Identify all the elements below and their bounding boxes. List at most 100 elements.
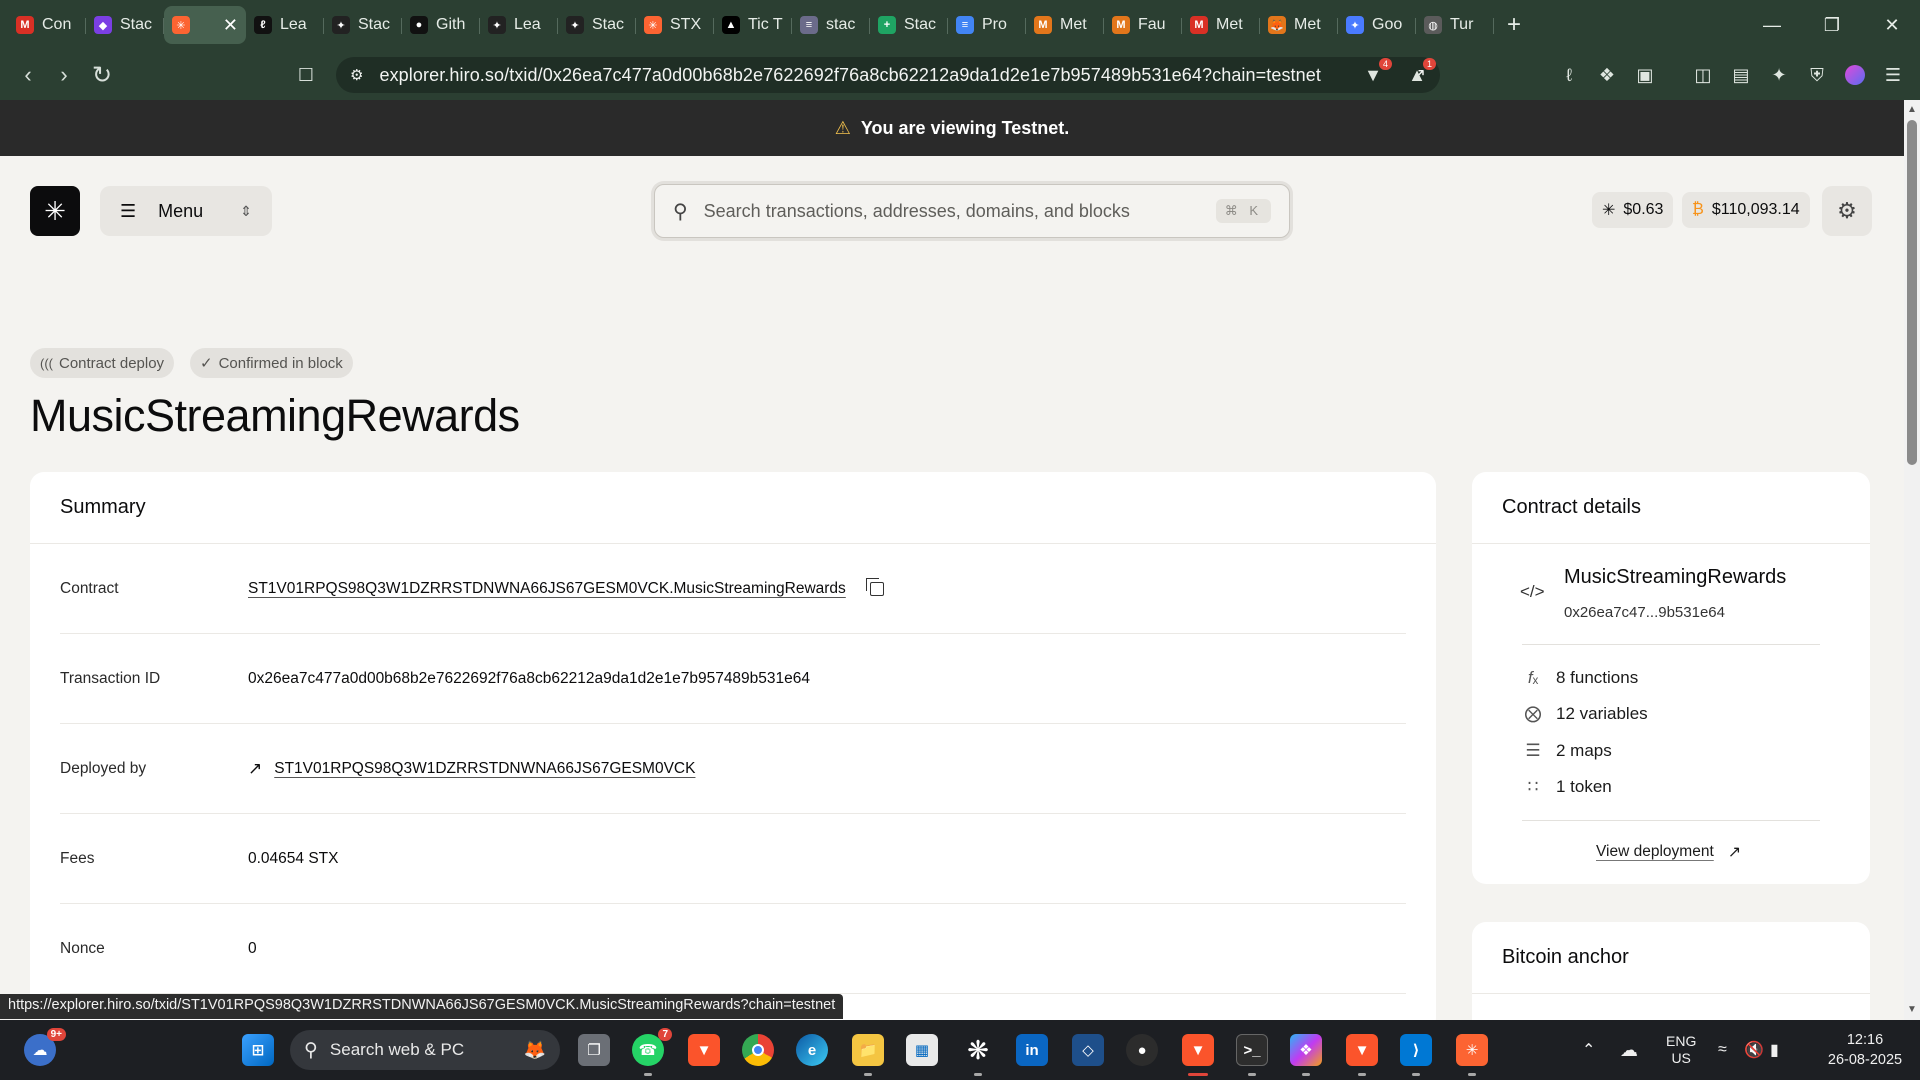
browser-tab[interactable]: ✦ Lea: [480, 6, 558, 44]
browser-menu-icon[interactable]: ☰: [1880, 62, 1906, 88]
wallet-icon[interactable]: ▤: [1728, 62, 1754, 88]
copy-icon[interactable]: [865, 577, 884, 596]
browser-tab[interactable]: ≡ stac: [792, 6, 870, 44]
leo-ai-icon[interactable]: ✦: [1766, 62, 1792, 88]
stacks-logo[interactable]: ✳: [30, 186, 80, 236]
language-indicator[interactable]: ENG US: [1666, 1020, 1696, 1080]
globe-icon: ◍: [1424, 16, 1442, 34]
testnet-banner: ⚠ You are viewing Testnet.: [0, 100, 1904, 156]
alien-app-icon[interactable]: ●: [1126, 1034, 1158, 1066]
btc-price-badge[interactable]: ₿ $110,093.14: [1682, 192, 1810, 228]
profile-avatar[interactable]: [1842, 62, 1868, 88]
new-tab-button[interactable]: +: [1494, 6, 1534, 44]
start-windows-icon[interactable]: ⊞: [242, 1034, 274, 1066]
address-bar[interactable]: ⚙ explorer.hiro.so/txid/0x26ea7c477a0d00…: [336, 57, 1440, 93]
vscode-icon[interactable]: ⟩: [1400, 1034, 1432, 1066]
whatsapp-icon[interactable]: ☎ 7: [632, 1028, 672, 1066]
browser-tab[interactable]: ✦ Stac: [558, 6, 636, 44]
close-window-button[interactable]: ✕: [1862, 0, 1920, 50]
edge-icon[interactable]: e: [796, 1034, 828, 1066]
scrollbar-thumb[interactable]: [1907, 120, 1917, 465]
screenshot-icon[interactable]: ▣: [1632, 62, 1658, 88]
terminal-icon[interactable]: >_: [1236, 1034, 1268, 1066]
warning-icon: ⚠: [834, 117, 851, 138]
bookmark-icon[interactable]: ☐: [288, 57, 324, 93]
deployer-address-link[interactable]: ST1V01RPQS98Q3W1DZRRSTDNWNA66JS67GESM0VC…: [274, 760, 695, 778]
language-label: ENG: [1666, 1033, 1697, 1049]
extensions-icon[interactable]: ❖: [1594, 62, 1620, 88]
transaction-id-value: 0x26ea7c477a0d00b68b2e7622692f76a8cb6221…: [248, 669, 811, 687]
site-info-icon[interactable]: ⚙: [350, 66, 363, 84]
chrome-icon[interactable]: [742, 1034, 774, 1066]
file-explorer-icon[interactable]: 📁: [852, 1034, 884, 1066]
list-check-icon: ☰: [1525, 741, 1541, 760]
browser-tab[interactable]: M Met: [1182, 6, 1260, 44]
back-button[interactable]: ‹: [10, 57, 46, 93]
browser-tab[interactable]: 🦊 Met: [1260, 6, 1338, 44]
brave-active-icon[interactable]: ▼: [1182, 1034, 1214, 1066]
browser-tab[interactable]: M Met: [1026, 6, 1104, 44]
browser-tab[interactable]: ◆ Stac: [86, 6, 164, 44]
browser-tab[interactable]: ≡ Pro: [948, 6, 1026, 44]
contract-link[interactable]: ST1V01RPQS98Q3W1DZRRSTDNWNA66JS67GESM0VC…: [248, 580, 846, 598]
pycharm-icon[interactable]: ◇: [1072, 1034, 1104, 1066]
chatgpt-icon[interactable]: ❋: [962, 1034, 994, 1066]
search-input[interactable]: ⚲ Search transactions, addresses, domain…: [654, 184, 1290, 238]
onedrive-icon[interactable]: ☁: [1620, 1020, 1638, 1080]
view-deployment-link[interactable]: View deployment ↗: [1596, 842, 1741, 862]
battery-icon[interactable]: ▮: [1770, 1020, 1779, 1080]
stx-price: $0.63: [1623, 201, 1664, 218]
volume-muted-icon[interactable]: 🔇: [1744, 1020, 1764, 1080]
show-hidden-icons-icon[interactable]: ⌃: [1582, 1020, 1595, 1080]
running-indicator: [1302, 1073, 1310, 1076]
browser-tab[interactable]: ✳ STX: [636, 6, 714, 44]
token-icon: ∷: [1527, 777, 1539, 796]
browser-tab[interactable]: M Fau: [1104, 6, 1182, 44]
browser-tab[interactable]: ● Gith: [402, 6, 480, 44]
browser-tab[interactable]: ✳ ✕: [164, 6, 246, 44]
settings-gear-icon[interactable]: ⚙: [1822, 186, 1872, 236]
browser-tab-label: Met: [1216, 16, 1243, 33]
task-view-icon[interactable]: ❐: [578, 1034, 610, 1066]
contract-name[interactable]: MusicStreamingRewards: [1564, 566, 1786, 589]
stacks-app-icon[interactable]: ✳: [1456, 1034, 1488, 1066]
browser-tab[interactable]: ℓ Lea: [246, 6, 324, 44]
brave-beta-icon[interactable]: ▼: [1346, 1034, 1378, 1066]
chevron-updown-icon: ⇕: [240, 202, 252, 219]
taskbar-search[interactable]: ⚲ Search web & PC 🦊: [290, 1030, 560, 1070]
linkedin-icon[interactable]: in: [1016, 1034, 1048, 1066]
reload-button[interactable]: ↻: [84, 57, 120, 93]
sidebar-icon[interactable]: ◫: [1690, 62, 1716, 88]
browser-tab[interactable]: ✦ Stac: [324, 6, 402, 44]
clock[interactable]: 12:16 26-08-2025: [1820, 1030, 1910, 1070]
store-icon[interactable]: ▦: [906, 1034, 938, 1066]
browser-tab[interactable]: ▲ Tic T: [714, 6, 792, 44]
leather-extension-icon[interactable]: ℓ: [1556, 62, 1582, 88]
restore-button[interactable]: ❐: [1802, 0, 1862, 50]
vpn-icon[interactable]: ⛨: [1804, 62, 1830, 88]
stx-price-badge[interactable]: ✳ $0.63: [1592, 192, 1674, 228]
minimize-button[interactable]: —: [1742, 0, 1802, 50]
browser-tab-label: Goo: [1372, 16, 1403, 33]
wifi-icon[interactable]: ≈: [1718, 1020, 1727, 1080]
menu-button[interactable]: ☰ Menu ⇕: [100, 186, 272, 236]
browser-tab[interactable]: ◍ Tur: [1416, 6, 1494, 44]
browser-tab[interactable]: + Stac: [870, 6, 948, 44]
code-icon: </>: [1520, 582, 1545, 601]
browser-tab-label: Pro: [982, 16, 1007, 33]
windows-taskbar: ☁ 9+ ⊞ ⚲ Search web & PC 🦊 ❐ ☎ 7 ▼ e 📁 ▦…: [0, 1020, 1920, 1080]
brave-icon[interactable]: ▼: [688, 1034, 720, 1066]
stacks-icon: ✦: [566, 16, 584, 34]
browser-tab[interactable]: M Con: [8, 6, 86, 44]
browser-toolbar: ‹ › ↻ ☐ ⚙ explorer.hiro.so/txid/0x26ea7c…: [0, 50, 1920, 100]
running-indicator: [974, 1073, 982, 1076]
brave-rewards-icon[interactable]: ▲ 1: [1404, 58, 1436, 88]
scroll-down-icon[interactable]: ▼: [1907, 1004, 1917, 1015]
close-tab-icon[interactable]: ✕: [223, 15, 238, 36]
browser-tab[interactable]: ✦ Goo: [1338, 6, 1416, 44]
weather-icon[interactable]: ☁ 9+: [24, 1028, 66, 1066]
copilot-icon[interactable]: ❖: [1290, 1034, 1322, 1066]
scroll-up-icon[interactable]: ▲: [1907, 104, 1917, 115]
forward-button[interactable]: ›: [46, 57, 82, 93]
brave-shields-icon[interactable]: ▼ 4: [1360, 58, 1392, 88]
